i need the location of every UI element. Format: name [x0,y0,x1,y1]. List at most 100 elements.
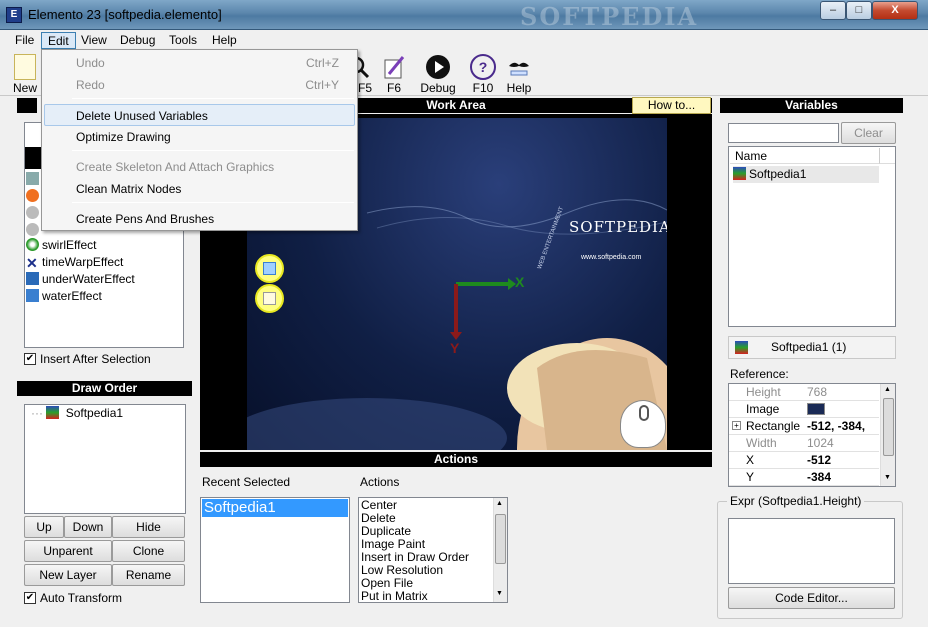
hide-button[interactable]: Hide [112,516,185,538]
name-column-header[interactable]: Name [730,148,880,164]
property-row[interactable]: Height 768 [729,384,879,401]
code-editor-button[interactable]: Code Editor... [728,587,895,609]
auto-transform-label: Auto Transform [40,591,123,605]
maximize-button[interactable]: □ [846,1,872,20]
insert-after-selection-checkbox[interactable]: ✔ [24,353,36,365]
image-icon [733,167,746,180]
left-panel-header-stub [17,98,37,113]
property-value: -512 [807,453,832,467]
play-icon [426,55,450,79]
clear-button[interactable]: Clear [841,122,896,144]
property-value: -384 [807,470,832,484]
variables-search-input[interactable] [728,123,839,143]
unparent-button[interactable]: Unparent [24,540,112,562]
effect-gear-icon [26,172,39,185]
reference-label: Reference: [730,367,789,381]
expr-editor[interactable] [728,518,895,584]
scroll-down-icon[interactable]: ▼ [496,590,503,597]
debug-label: Debug [420,81,456,95]
property-grid[interactable]: Height 768 Image + Rectangle -512, -384,… [728,383,896,487]
water-icon [26,289,39,302]
scroll-up-icon[interactable]: ▲ [884,386,891,393]
recent-selected-label: Recent Selected [202,475,291,489]
menu-item-create-skeleton[interactable]: Create Skeleton And Attach Graphics [44,156,355,178]
menu-file[interactable]: File [9,32,40,49]
list-item[interactable]: Softpedia1 [202,499,348,517]
menu-item-optimize[interactable]: Optimize Drawing [44,126,355,148]
effects-faded-icons [26,172,42,236]
menu-item-undo[interactable]: Undo Ctrl+Z [44,52,355,74]
property-value: 768 [807,385,828,399]
list-item[interactable]: waterEffect [26,288,182,305]
recent-selected-list[interactable]: Softpedia1 [200,497,350,603]
pen-paper-icon [384,56,405,79]
property-row[interactable]: Width 1024 [729,435,879,452]
list-item[interactable]: swirlEffect [26,237,182,254]
property-row[interactable]: Image [729,401,879,418]
new-document-icon [14,54,36,80]
menu-item-redo[interactable]: Redo Ctrl+Y [44,74,355,96]
property-row[interactable]: Y -384 [729,469,879,486]
scroll-thumb[interactable] [883,398,894,456]
undo-shortcut: Ctrl+Z [306,56,339,70]
property-scrollbar[interactable]: ▲ ▼ [880,384,895,486]
menu-debug[interactable]: Debug [114,32,161,49]
menu-item-clean-matrix[interactable]: Clean Matrix Nodes [44,178,355,200]
list-item[interactable]: Put in Matrix [361,590,493,603]
optimize-label: Optimize Drawing [76,130,171,144]
help-button[interactable]: Help [500,52,538,95]
list-item[interactable]: underWaterEffect [26,271,182,288]
variables-list[interactable]: Name Softpedia1 [728,146,896,327]
work-area-title: Work Area [426,98,486,112]
clone-button[interactable]: Clone [112,540,185,562]
list-item[interactable]: Softpedia1 [733,166,879,183]
rename-button[interactable]: Rename [112,564,185,586]
actions-list[interactable]: Center Delete Duplicate Image Paint Inse… [358,497,508,603]
down-button[interactable]: Down [64,516,112,538]
close-button[interactable]: X [872,1,918,20]
scroll-down-icon[interactable]: ▼ [884,474,891,481]
debug-button[interactable]: Debug [417,52,459,95]
scroll-up-icon[interactable]: ▲ [496,500,503,507]
window-title: Elemento 23 [softpedia.elemento] [28,7,222,22]
menu-bar: File Edit View Debug Tools Help [0,30,928,50]
menu-help[interactable]: Help [206,32,243,49]
redo-label: Redo [76,78,105,92]
menu-view[interactable]: View [75,32,113,49]
menu-item-delete-unused[interactable]: Delete Unused Variables [44,104,355,126]
actions-items: Center Delete Duplicate Image Paint Inse… [361,499,493,603]
image-icon [735,341,748,354]
new-button[interactable]: New [6,52,44,95]
draw-order-tree[interactable]: ··· Softpedia1 [24,404,186,514]
list-item-label: swirlEffect [42,238,97,252]
swirl-icon [26,238,39,251]
how-to-button[interactable]: How to... [632,97,711,114]
f6-button[interactable]: F6 [376,52,412,95]
f10-button[interactable]: ? F10 [464,52,502,95]
list-item[interactable]: ✕ timeWarpEffect [26,254,182,271]
transform-handle-top[interactable] [255,254,284,283]
property-row[interactable]: + Rectangle -512, -384, [729,418,879,435]
property-name: Y [746,470,755,484]
menu-item-create-pens[interactable]: Create Pens And Brushes [44,208,355,230]
menu-edit[interactable]: Edit [41,32,76,49]
property-row[interactable]: X -512 [729,452,879,469]
menu-tools[interactable]: Tools [163,32,203,49]
transform-handle-bottom[interactable] [255,284,284,313]
list-item-label: underWaterEffect [42,272,135,286]
up-button[interactable]: Up [24,516,64,538]
selected-variable-bar: Softpedia1 (1) [728,336,896,359]
actions-scrollbar[interactable]: ▲ ▼ [493,498,507,602]
f6-label: F6 [386,81,401,95]
menu-separator [72,202,354,203]
new-layer-button[interactable]: New Layer [24,564,112,586]
effect-glow-icon [26,223,39,236]
create-pens-label: Create Pens And Brushes [76,212,215,226]
question-icon: ? [470,54,496,80]
minimize-button[interactable]: – [820,1,846,20]
auto-transform-checkbox[interactable]: ✔ [24,592,36,604]
image-thumbnail-icon[interactable] [807,403,825,415]
expand-icon[interactable]: + [732,421,741,430]
tree-item[interactable]: ··· Softpedia1 [31,405,123,422]
scroll-thumb[interactable] [495,514,506,564]
